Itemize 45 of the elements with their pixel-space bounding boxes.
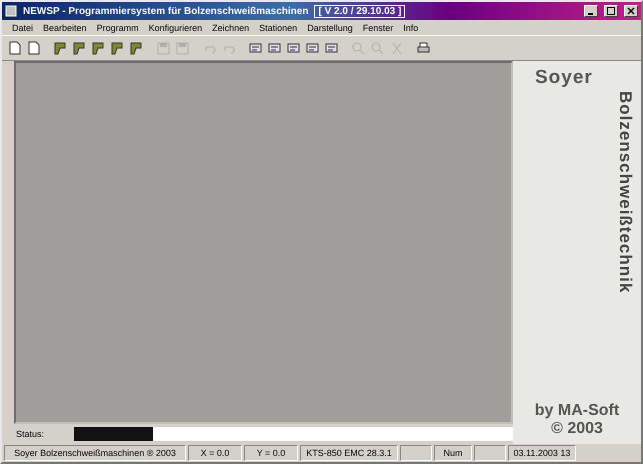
status-pane: X = 0.0	[188, 445, 242, 461]
menu-item[interactable]: Darstellung	[303, 22, 357, 32]
tool-icon	[268, 42, 282, 54]
author-text: by MA-Soft © 2003	[534, 402, 620, 438]
menu-item[interactable]: Fenster	[358, 22, 398, 32]
welding-gun-icon	[129, 41, 144, 55]
version-label: [ V 2.0 / 29.10.03 ]	[314, 4, 406, 18]
welding-gun-icon	[72, 41, 87, 55]
tool-icon	[286, 42, 300, 54]
welding-gun-icon	[110, 41, 125, 55]
scissors-icon	[390, 42, 402, 54]
tool-icon	[248, 42, 262, 54]
menu-item[interactable]: Datei	[8, 22, 38, 32]
menu-item[interactable]: Info	[399, 22, 422, 32]
menu-item[interactable]: Konfigurieren	[144, 22, 206, 32]
menu-item[interactable]: Bearbeiten	[39, 22, 91, 32]
empty-status-pane	[400, 445, 432, 461]
status-pane: 03.11.2003 13	[508, 445, 576, 461]
minimize-button[interactable]	[584, 5, 598, 17]
menu-item[interactable]: Stationen	[255, 22, 302, 32]
status-label: Status:	[16, 429, 46, 439]
empty-status-pane	[474, 445, 506, 461]
vertical-brand-text: Bolzenschweißtechnik	[615, 91, 635, 294]
close-button[interactable]	[624, 5, 638, 17]
welding-gun-icon	[53, 41, 68, 55]
maximize-icon	[607, 7, 615, 15]
status-pane: KTS-850 EMC 28.3.1	[300, 445, 398, 461]
tool-icon	[324, 42, 338, 54]
document-icon	[8, 41, 20, 55]
tool-icon	[306, 42, 320, 54]
document-icon	[28, 41, 40, 55]
app-icon	[5, 5, 17, 17]
status-pane: Y = 0.0	[244, 445, 298, 461]
welding-gun-icon	[91, 41, 106, 55]
status-pane: Num	[434, 445, 472, 461]
status-pane: Soyer Bolzenschweißmaschinen ® 2003	[4, 445, 186, 461]
window-title: NEWSP - Programmiersystem für Bolzenschweißmaschinen	[23, 6, 308, 16]
maximize-button[interactable]	[604, 5, 618, 17]
magnifier-icon	[371, 42, 384, 54]
brand-name: Soyer	[535, 67, 593, 89]
printer-icon	[417, 42, 430, 54]
close-icon	[627, 7, 635, 15]
menu-item[interactable]: Zeichnen	[208, 22, 254, 32]
magnifier-icon	[352, 42, 365, 54]
menu-item[interactable]: Programm	[92, 22, 143, 32]
